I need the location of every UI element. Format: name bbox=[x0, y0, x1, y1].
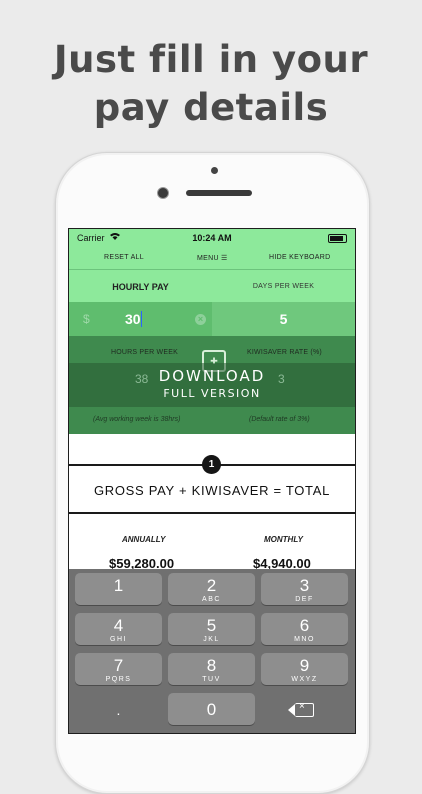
monthly-label: MONTHLY bbox=[264, 535, 303, 544]
key-digit: 1 bbox=[113, 576, 124, 595]
formula-divider bbox=[69, 512, 355, 514]
key-digit: 9 bbox=[299, 656, 310, 675]
days-per-week-input[interactable]: 5 bbox=[212, 302, 355, 336]
kiwisaver-rate-label: KIWISAVER RATE (%) bbox=[247, 349, 322, 356]
headline: Just fill in your pay details bbox=[0, 36, 422, 132]
headline-line-1: Just fill in your bbox=[53, 38, 369, 81]
full-version-label[interactable]: FULL VERSION bbox=[69, 387, 355, 400]
key-digit: 0 bbox=[206, 700, 217, 719]
text-cursor bbox=[141, 311, 142, 327]
key-7[interactable]: 7 PQRS bbox=[75, 653, 162, 685]
key-digit: 7 bbox=[113, 656, 124, 675]
earpiece-speaker bbox=[186, 190, 252, 196]
key-digit: 2 bbox=[206, 576, 217, 595]
step-number-badge: 1 bbox=[202, 455, 221, 474]
key-2[interactable]: 2 ABC bbox=[168, 573, 255, 605]
reset-all-button[interactable]: RESET ALL bbox=[104, 254, 144, 261]
annually-label: ANNUALLY bbox=[122, 535, 166, 544]
formula-heading: GROSS PAY + KIWISAVER = TOTAL bbox=[93, 483, 331, 498]
key-letters: DEF bbox=[295, 596, 314, 603]
key-letters: WXYZ bbox=[291, 676, 318, 683]
field-labels-row-1: HOURLY PAY DAYS PER WEEK bbox=[69, 270, 355, 302]
key-letters: JKL bbox=[203, 636, 220, 643]
input-row-1: $ 30 × 5 bbox=[69, 302, 355, 336]
key-digit: 6 bbox=[299, 616, 310, 635]
status-bar: Carrier 10:24 AM bbox=[69, 229, 355, 247]
key-digit: 4 bbox=[113, 616, 124, 635]
key-letters: GHI bbox=[110, 636, 127, 643]
key-letters: ABC bbox=[202, 596, 221, 603]
key-0[interactable]: 0 bbox=[168, 693, 255, 725]
kiwisaver-note: (Default rate of 3%) bbox=[249, 416, 310, 423]
clear-icon[interactable]: × bbox=[195, 314, 206, 325]
front-camera bbox=[157, 187, 169, 199]
menu-button[interactable]: MENU ☰ bbox=[197, 254, 228, 262]
key-letters: TUV bbox=[202, 676, 221, 683]
key-8[interactable]: 8 TUV bbox=[168, 653, 255, 685]
battery-icon bbox=[328, 234, 347, 243]
key-decimal[interactable]: . bbox=[75, 693, 162, 725]
key-digit: 8 bbox=[206, 656, 217, 675]
key-1[interactable]: 1 bbox=[75, 573, 162, 605]
key-3[interactable]: 3 DEF bbox=[261, 573, 348, 605]
key-digit: 5 bbox=[206, 616, 217, 635]
key-letters: PQRS bbox=[105, 676, 132, 683]
clock: 10:24 AM bbox=[192, 233, 232, 243]
key-5[interactable]: 5 JKL bbox=[168, 613, 255, 645]
key-4[interactable]: 4 GHI bbox=[75, 613, 162, 645]
backspace-icon: × bbox=[288, 701, 314, 717]
delete-key[interactable]: × bbox=[261, 693, 348, 725]
key-digit: . bbox=[116, 702, 121, 718]
download-label[interactable]: DOWNLOAD bbox=[69, 367, 355, 385]
hourly-pay-input[interactable]: $ 30 × bbox=[69, 302, 212, 336]
days-per-week-label: DAYS PER WEEK bbox=[252, 283, 315, 290]
key-9[interactable]: 9 WXYZ bbox=[261, 653, 348, 685]
key-digit: 3 bbox=[299, 576, 310, 595]
hourly-pay-value: 30 bbox=[125, 311, 141, 327]
key-6[interactable]: 6 MNO bbox=[261, 613, 348, 645]
headline-line-2: pay details bbox=[93, 86, 329, 129]
locked-fields-section: HOURS PER WEEK KIWISAVER RATE (%) ✚ 38 3… bbox=[69, 336, 355, 434]
app-screen: Carrier 10:24 AM RESET ALL MENU ☰ HIDE K… bbox=[68, 228, 356, 734]
hourly-pay-label: HOURLY PAY bbox=[112, 282, 169, 292]
proximity-sensor bbox=[211, 167, 218, 174]
hide-keyboard-button[interactable]: HIDE KEYBOARD bbox=[269, 254, 330, 261]
currency-symbol: $ bbox=[83, 312, 90, 326]
numeric-keypad: 1 2 ABC 3 DEF 4 GHI 5 JKL 6 MNO 7 PQRS 8 bbox=[69, 569, 355, 733]
toolbar: RESET ALL MENU ☰ HIDE KEYBOARD bbox=[69, 247, 355, 270]
hours-per-week-note: (Avg working week is 38hrs) bbox=[93, 416, 181, 423]
hours-per-week-label: HOURS PER WEEK bbox=[111, 349, 178, 356]
key-letters: MNO bbox=[294, 636, 315, 643]
days-per-week-value: 5 bbox=[279, 311, 288, 327]
